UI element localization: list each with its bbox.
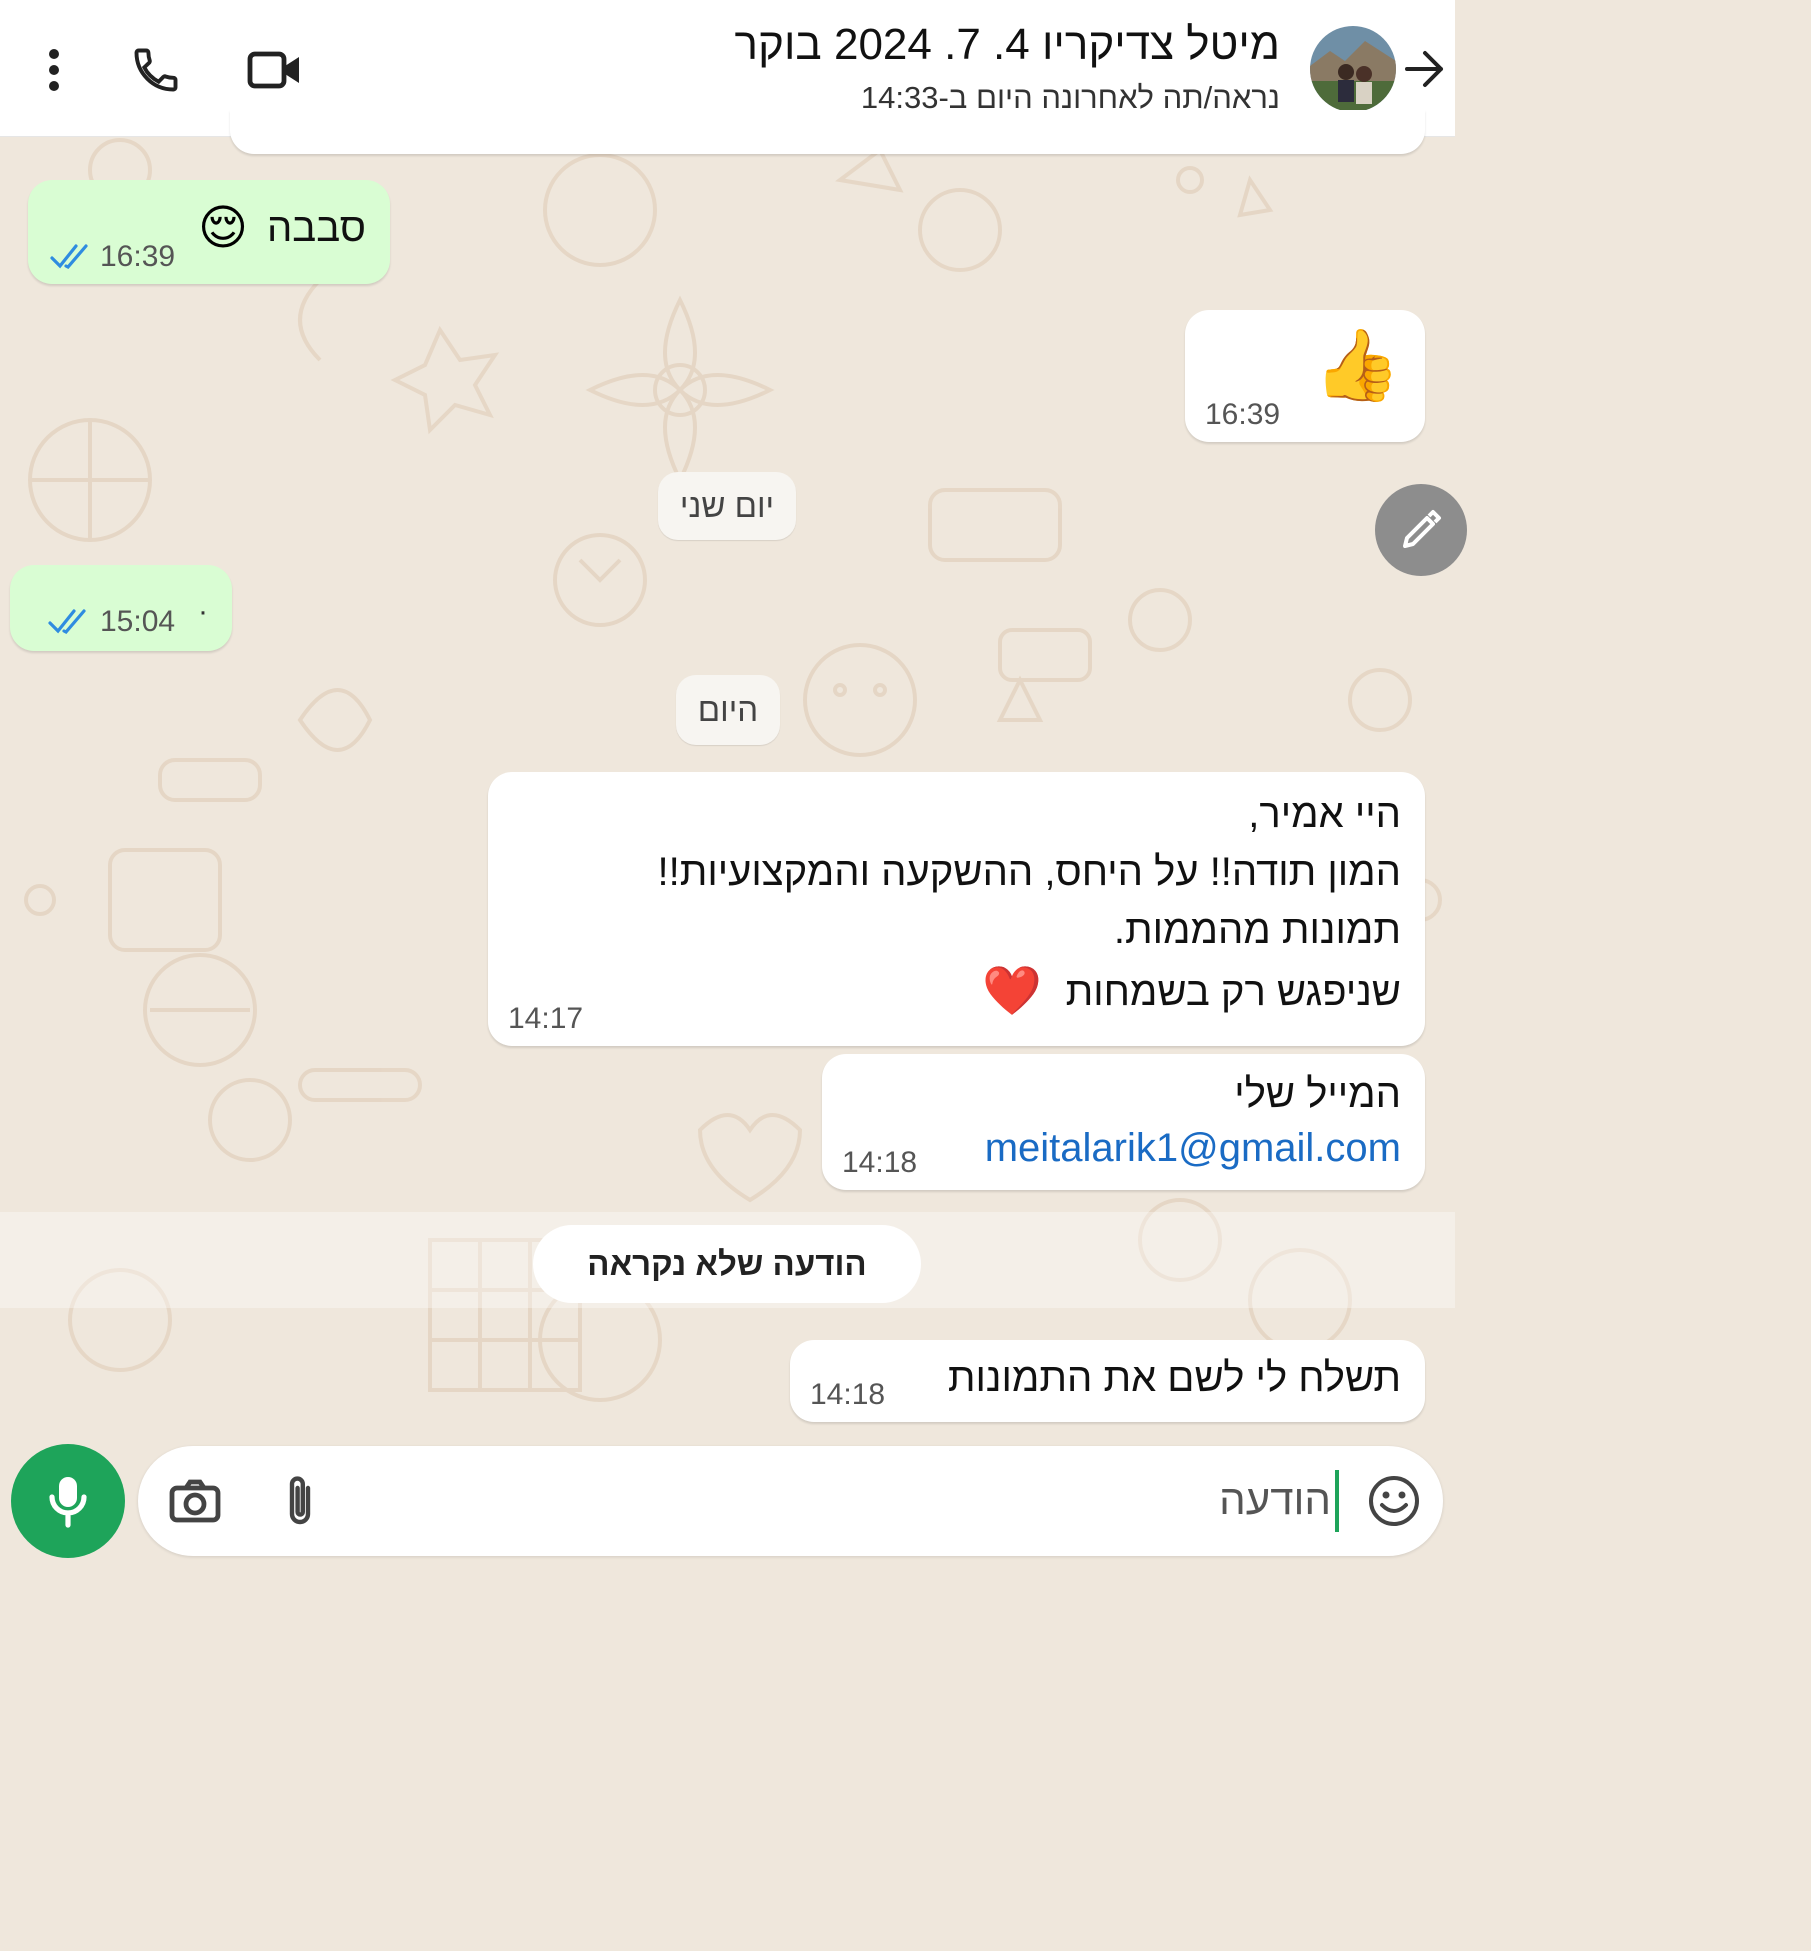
message-time: 15:04 <box>100 605 176 638</box>
message-time: 14:18 <box>810 1378 886 1411</box>
message-line: היי אמיר, <box>1248 792 1401 836</box>
date-separator: היום <box>676 675 780 745</box>
message-bubble-incoming[interactable]: המייל שלי meitalarik1@gmail.com 14:18 <box>822 1054 1425 1190</box>
thumbs-up-emoji: 👍 <box>1313 326 1401 404</box>
partial-message-bubble <box>230 110 1425 154</box>
message-text: · <box>198 595 208 628</box>
chat-title[interactable]: מיטל צדיקריו 4. 7. 2024 בוקר <box>735 20 1280 70</box>
message-input[interactable]: הודעה <box>1219 1476 1331 1524</box>
menu-dots-icon[interactable] <box>34 44 74 96</box>
emoji-icon[interactable] <box>1367 1474 1421 1528</box>
voice-record-button[interactable] <box>11 1444 125 1558</box>
message-line: שניפגש רק בשמחות <box>1065 970 1401 1014</box>
camera-icon[interactable] <box>168 1476 222 1526</box>
text-cursor <box>1335 1470 1339 1532</box>
relieved-face-emoji: 😌 <box>198 202 249 255</box>
message-line: המון תודה!! על היחס, ההשקעה והמקצועיות!! <box>657 850 1401 894</box>
message-bubble-incoming[interactable]: תשלח לי לשם את התמונות 14:18 <box>790 1340 1425 1422</box>
message-time: 16:39 <box>100 240 176 273</box>
message-text: תשלח לי לשם את התמונות <box>947 1356 1401 1400</box>
message-bubble-incoming[interactable]: היי אמיר, המון תודה!! על היחס, ההשקעה וה… <box>488 772 1425 1046</box>
back-arrow-icon[interactable] <box>1400 44 1450 94</box>
double-check-icon <box>50 244 88 269</box>
message-time: 14:18 <box>842 1146 918 1179</box>
red-heart-emoji: ❤️ <box>982 965 1042 1018</box>
message-time: 14:17 <box>508 1002 584 1035</box>
message-time: 16:39 <box>1205 398 1281 431</box>
unread-messages-label: הודעה שלא נקראה <box>533 1225 921 1303</box>
double-check-icon <box>48 609 86 634</box>
message-input-bar: הודעה <box>138 1446 1443 1556</box>
date-separator: יום שני <box>658 472 796 540</box>
pencil-icon <box>1403 510 1441 548</box>
attach-paperclip-icon[interactable] <box>278 1474 322 1530</box>
avatar[interactable] <box>1310 26 1396 112</box>
phone-icon[interactable] <box>124 38 188 102</box>
message-text: סבבה <box>266 206 366 250</box>
message-line: תמונות מהממות. <box>1113 908 1401 952</box>
message-bubble-outgoing[interactable]: סבבה 😌 16:39 <box>28 180 390 284</box>
message-text: המייל שלי <box>1234 1072 1401 1116</box>
microphone-icon <box>49 1477 87 1528</box>
edit-pencil-button[interactable] <box>1375 484 1467 576</box>
email-link[interactable]: meitalarik1@gmail.com <box>985 1126 1401 1171</box>
message-bubble-outgoing[interactable]: · 15:04 <box>10 565 232 651</box>
message-bubble-incoming[interactable]: 👍 16:39 <box>1185 310 1425 442</box>
video-call-icon[interactable] <box>240 38 310 102</box>
